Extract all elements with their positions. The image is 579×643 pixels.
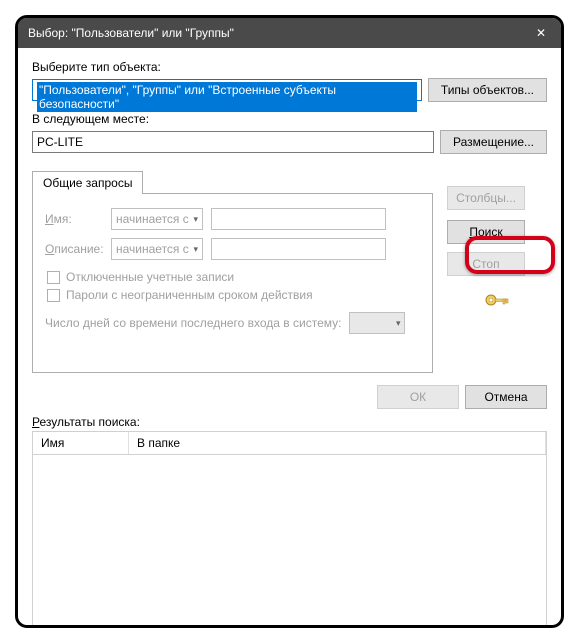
keys-icon — [447, 288, 547, 318]
description-label: Описание: — [45, 242, 103, 256]
side-buttons: Столбцы... Поиск Стоп — [447, 164, 547, 373]
results-header: Имя В папке — [32, 431, 547, 455]
name-match-combo[interactable]: начинается с ▾ — [111, 208, 203, 230]
results-label: Результаты поиска: — [32, 415, 547, 429]
name-input[interactable] — [211, 208, 386, 230]
columns-button[interactable]: Столбцы... — [447, 186, 525, 210]
object-types-button[interactable]: Типы объектов... — [428, 78, 547, 102]
object-type-field[interactable]: "Пользователи", "Группы" или "Встроенные… — [32, 79, 422, 101]
description-input[interactable] — [211, 238, 386, 260]
days-since-logon-combo[interactable]: ▾ — [349, 312, 405, 334]
location-field[interactable]: PC-LITE — [32, 131, 434, 153]
object-type-value: "Пользователи", "Группы" или "Встроенные… — [37, 82, 417, 112]
dialog-content: Выберите тип объекта: "Пользователи", "Г… — [18, 48, 561, 628]
chevron-down-icon: ▾ — [396, 318, 401, 329]
stop-button[interactable]: Стоп — [447, 252, 525, 276]
dialog-window: Выбор: "Пользователи" или "Группы" ✕ Выб… — [15, 15, 564, 628]
search-button[interactable]: Поиск — [447, 220, 525, 244]
non-expiring-password-checkbox[interactable] — [47, 289, 60, 302]
window-title: Выбор: "Пользователи" или "Группы" — [28, 26, 234, 40]
results-col-name[interactable]: Имя — [33, 432, 129, 454]
tab-common-queries[interactable]: Общие запросы — [32, 171, 143, 194]
non-expiring-password-label: Пароли с неограниченным сроком действия — [66, 288, 313, 302]
desc-match-value: начинается с — [116, 242, 189, 256]
chevron-down-icon: ▾ — [193, 244, 198, 255]
cancel-button[interactable]: Отмена — [465, 385, 547, 409]
location-label: В следующем месте: — [32, 112, 547, 126]
days-since-logon-label: Число дней со времени последнего входа в… — [45, 316, 341, 330]
close-button[interactable]: ✕ — [521, 18, 561, 48]
object-type-label: Выберите тип объекта: — [32, 60, 547, 74]
chevron-down-icon: ▾ — [193, 214, 198, 225]
name-match-value: начинается с — [116, 212, 189, 226]
locations-button[interactable]: Размещение... — [440, 130, 547, 154]
disabled-accounts-label: Отключенные учетные записи — [66, 270, 234, 284]
results-col-folder[interactable]: В папке — [129, 432, 546, 454]
close-icon: ✕ — [536, 26, 546, 40]
ok-button[interactable]: ОК — [377, 385, 459, 409]
results-list[interactable] — [32, 455, 547, 628]
name-label: Имя: — [45, 212, 103, 226]
desc-match-combo[interactable]: начинается с ▾ — [111, 238, 203, 260]
tab-panel: Имя: начинается с ▾ Описание: начинается… — [32, 193, 433, 373]
title-bar: Выбор: "Пользователи" или "Группы" ✕ — [18, 18, 561, 48]
disabled-accounts-checkbox[interactable] — [47, 271, 60, 284]
